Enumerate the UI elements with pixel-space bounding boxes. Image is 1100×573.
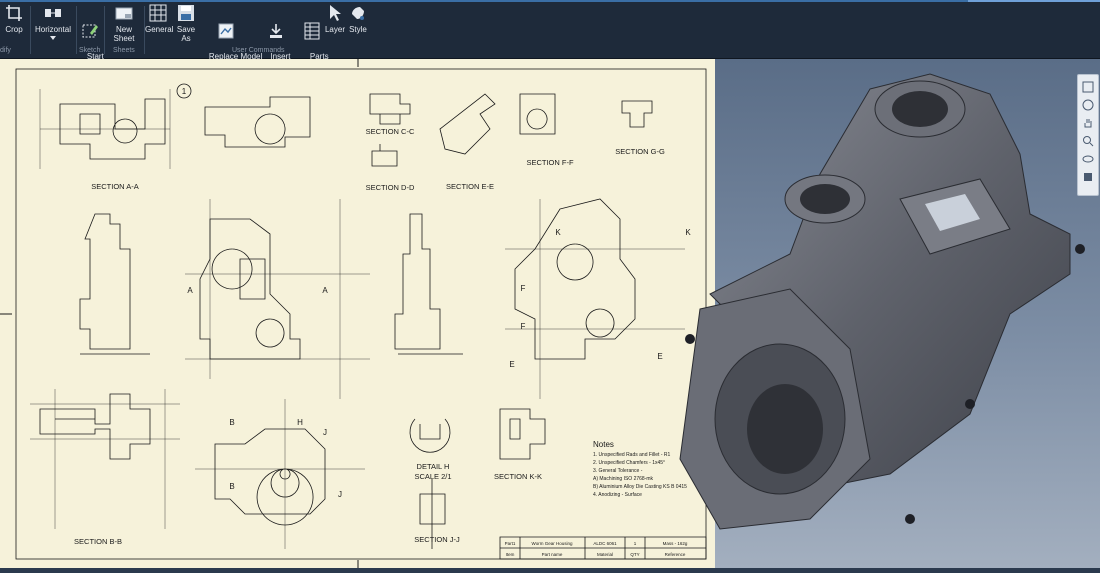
view-side-left (79, 213, 150, 355)
cut-marker-b: B (229, 482, 234, 491)
title-cell: Material (597, 552, 613, 557)
style-button[interactable]: Style (346, 4, 370, 34)
ribbon-accent-line (0, 0, 1100, 2)
drawing-canvas: 1 SECTION A-A SECTION C-C SECTION D-D SE… (0, 59, 707, 568)
cut-marker-f: F (521, 322, 526, 331)
title-cell: ALDC 6061 (593, 541, 617, 546)
pan-hand-icon[interactable] (1082, 117, 1094, 129)
cursor-arrow-icon (330, 5, 341, 21)
label-section-j: SECTION J-J (414, 535, 460, 544)
label-section-e: SECTION E-E (446, 182, 494, 191)
zoom-icon[interactable] (1082, 135, 1094, 147)
horizontal-label: Horizontal (34, 25, 71, 34)
crop-icon (6, 5, 22, 21)
notes-title: Notes (593, 440, 614, 449)
general-label: General (145, 25, 174, 34)
item-balloon-number: 1 (182, 87, 187, 96)
view-section-d (371, 144, 398, 167)
replace-model-icon (218, 23, 234, 39)
layer-button[interactable]: Layer (324, 4, 346, 34)
new-sheet-button[interactable]: New Sheet (106, 4, 142, 43)
parts-list-icon (304, 22, 320, 40)
save-as-label: Save As (176, 25, 196, 43)
cut-marker-k: K (555, 228, 561, 237)
save-icon (178, 5, 194, 21)
label-section-c: SECTION C-C (366, 127, 415, 136)
ribbon-accent-line-right (968, 0, 1100, 2)
view-cube-icon[interactable] (1082, 81, 1094, 93)
look-at-icon[interactable] (1082, 171, 1094, 183)
label-section-d: SECTION D-D (366, 183, 415, 192)
cut-marker-j: J (338, 490, 342, 499)
label-section-f: SECTION F-F (526, 158, 573, 167)
cut-marker-a: A (187, 286, 193, 295)
label-section-k: SECTION K-K (494, 472, 542, 481)
crop-label: Crop (5, 25, 23, 34)
label-section-a: SECTION A-A (91, 182, 139, 191)
view-back-right (514, 198, 636, 360)
title-cell: Part1 (505, 541, 516, 546)
cut-marker-e: E (509, 360, 514, 369)
align-horizontal-icon (45, 9, 61, 17)
view-section-c (369, 93, 411, 125)
cut-marker-b: B (229, 418, 234, 427)
ribbon-separator (104, 6, 105, 54)
view-section-k (499, 408, 546, 460)
drawing-sheet[interactable]: 1 SECTION A-A SECTION C-C SECTION D-D SE… (0, 59, 715, 568)
layer-label: Layer (324, 25, 345, 34)
view-front-center (199, 218, 301, 360)
notes-line: 3. General Tolerance - (593, 468, 643, 474)
title-cell: QTY (630, 552, 639, 557)
cut-marker-a: A (322, 286, 328, 295)
ribbon-separator (30, 6, 31, 54)
ribbon-separator (76, 6, 77, 54)
view-section-f (519, 93, 556, 135)
cut-marker-j: J (323, 428, 327, 437)
title-cell: Worm Gear Housing (532, 541, 573, 546)
view-top-center (204, 96, 311, 148)
ribbon-toolbar: Crop Horizontal Start Sketch New Sheet G… (0, 0, 1100, 70)
steering-wheel-icon[interactable] (1082, 99, 1094, 111)
group-sketch-label: Sketch (79, 47, 101, 54)
orbit-icon[interactable] (1082, 153, 1094, 165)
view-section-e (439, 93, 496, 155)
cut-marker-f: F (521, 284, 526, 293)
group-sheets-label: Sheets (113, 47, 135, 54)
insert-symbol-icon (270, 24, 282, 38)
horizontal-button[interactable]: Horizontal (33, 4, 73, 40)
group-user-commands-label: User Commands (232, 47, 285, 54)
title-cell: Item (506, 552, 515, 557)
chevron-down-icon (50, 36, 56, 40)
new-sheet-label: New Sheet (113, 25, 135, 43)
cut-marker-h: H (297, 418, 303, 427)
paint-brush-icon (352, 7, 364, 20)
table-icon (149, 4, 167, 22)
label-detail-h: DETAIL H (417, 462, 450, 471)
general-table-button[interactable]: General (145, 4, 174, 34)
sketch-icon (82, 24, 98, 38)
new-sheet-icon (115, 7, 133, 20)
title-cell: 1 (634, 541, 637, 546)
view-side-middle (394, 213, 463, 355)
title-cell: Part name (542, 552, 563, 557)
worm-gear-housing-model[interactable] (640, 59, 1100, 568)
view-section-b (39, 393, 151, 460)
view-bottom-center (214, 428, 326, 526)
navigation-bar (1077, 74, 1099, 196)
style-label: Style (349, 25, 367, 34)
notes-line: 4. Anodizing - Surface (593, 492, 642, 498)
label-section-b: SECTION B-B (74, 537, 122, 546)
group-modify-label: dify (0, 47, 11, 54)
save-as-button[interactable]: Save As (173, 4, 199, 43)
crop-button[interactable]: Crop (2, 4, 26, 34)
view-detail-h (409, 418, 451, 453)
label-detail-h-scale: SCALE 2/1 (414, 472, 451, 481)
